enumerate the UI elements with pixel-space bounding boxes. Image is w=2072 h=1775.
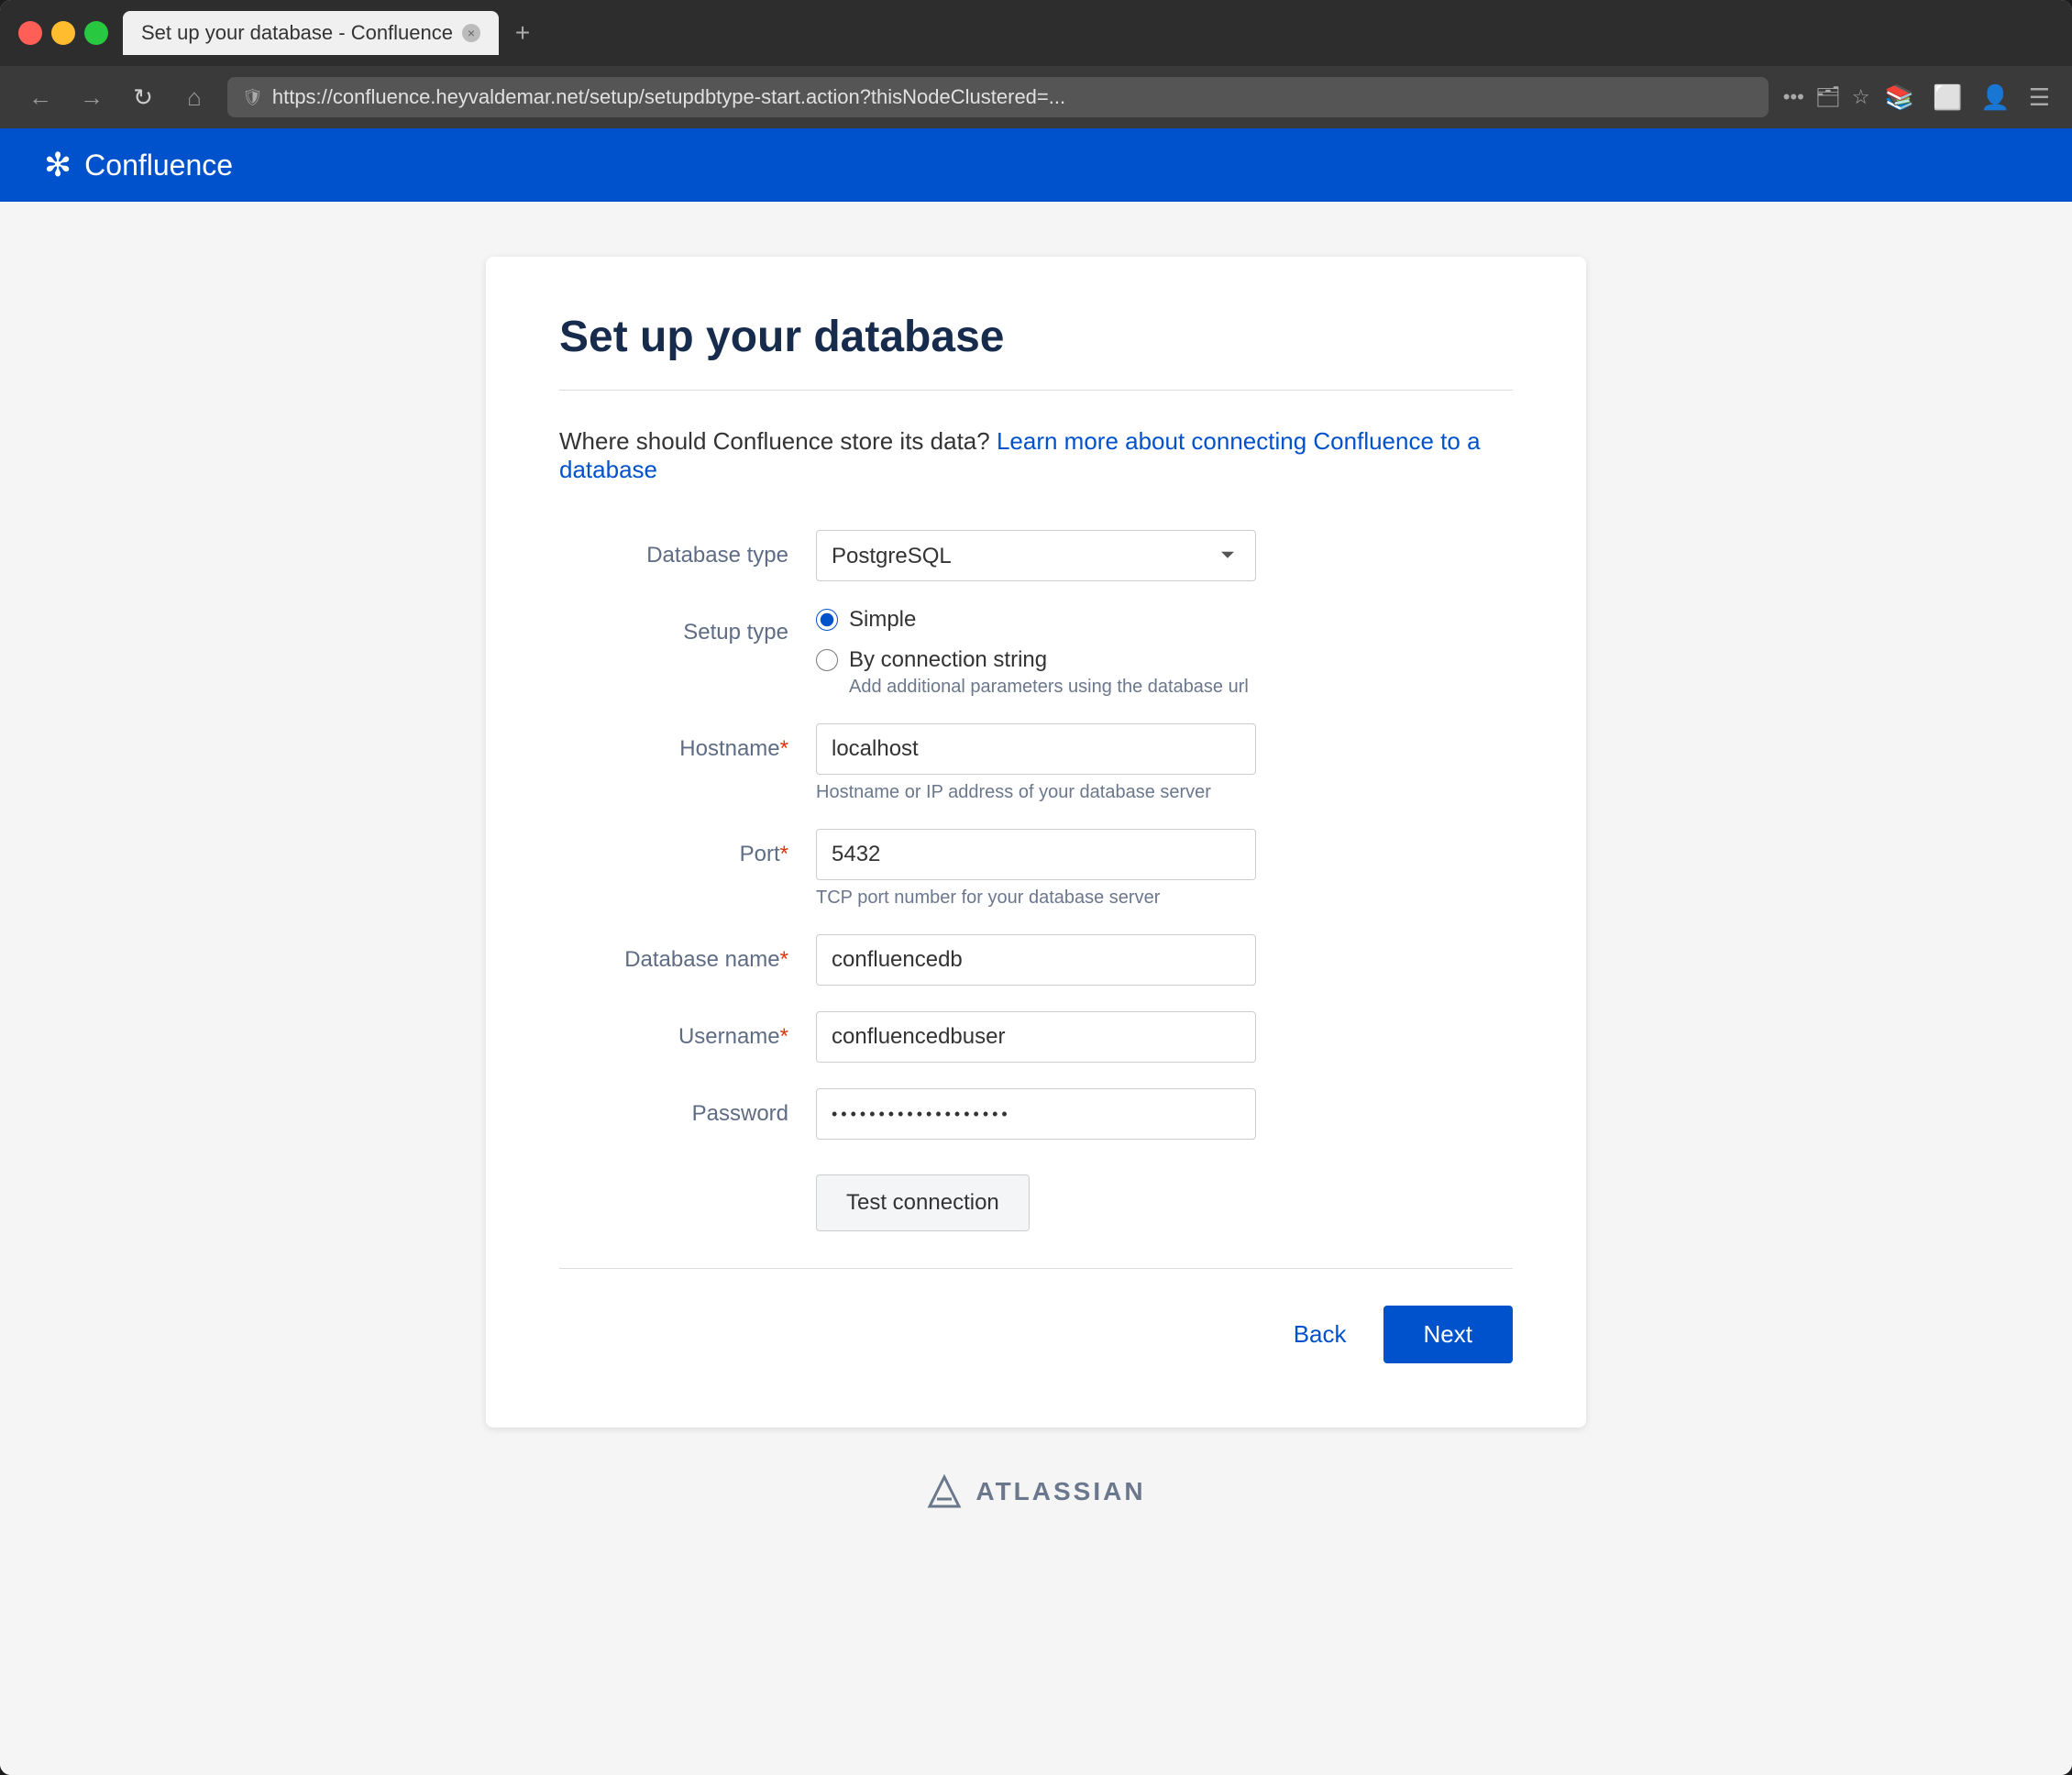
db-type-label: Database type [559,530,816,568]
db-name-row: Database name* [559,934,1513,986]
hostname-row: Hostname* Hostname or IP address of your… [559,723,1513,803]
simple-radio-input[interactable] [816,609,838,631]
footer: ATLASSIAN [926,1428,1145,1556]
url-actions: ••• 🗂 ☆ [1783,85,1870,109]
connection-string-hint: Add additional parameters using the data… [849,677,1513,698]
port-control: TCP port number for your database server [816,829,1513,909]
next-button[interactable]: Next [1383,1306,1513,1363]
atlassian-logo: ATLASSIAN [926,1473,1145,1510]
confluence-navbar: ✻ Confluence [0,128,2072,202]
more-options-icon[interactable]: ••• [1783,85,1804,109]
hostname-input[interactable] [816,723,1256,775]
port-label: Port* [559,829,816,867]
simple-radio-option[interactable]: Simple [816,607,1513,633]
refresh-button[interactable]: ↻ [125,79,161,116]
test-connection-spacer [559,1165,816,1178]
test-connection-control: Test connection [816,1165,1513,1231]
setup-type-control: Simple By connection string Add addition… [816,607,1513,698]
bottom-divider [559,1268,1513,1269]
username-required: * [780,1024,788,1049]
connection-string-radio-input[interactable] [816,649,838,671]
port-input[interactable] [816,829,1256,880]
back-button[interactable]: Back [1275,1307,1365,1362]
tab-bar: Set up your database - Confluence × + [123,11,2054,55]
password-control [816,1088,1513,1140]
db-type-select[interactable]: PostgreSQL MySQL Oracle SQL Server [816,530,1256,581]
db-name-required: * [780,947,788,972]
password-label: Password [559,1088,816,1127]
password-input[interactable] [816,1088,1256,1140]
setup-type-row: Setup type Simple By connection string [559,607,1513,698]
back-nav-button[interactable]: ← [22,79,59,116]
hostname-hint: Hostname or IP address of your database … [816,782,1513,803]
atlassian-text: ATLASSIAN [975,1477,1145,1506]
menu-icon[interactable]: ☰ [2029,83,2050,112]
forward-nav-button[interactable]: → [73,79,110,116]
hostname-control: Hostname or IP address of your database … [816,723,1513,803]
tab-title: Set up your database - Confluence [141,21,453,45]
browser-window: Set up your database - Confluence × + ← … [0,0,2072,1775]
title-bar: Set up your database - Confluence × + [0,0,2072,66]
test-connection-button[interactable]: Test connection [816,1174,1030,1231]
atlassian-triangle-icon [926,1473,963,1510]
port-hint: TCP port number for your database server [816,888,1513,909]
security-icon: 🛡 [242,88,263,107]
page-title: Set up your database [559,312,1513,362]
db-name-input[interactable] [816,934,1256,986]
db-type-row: Database type PostgreSQL MySQL Oracle SQ… [559,530,1513,581]
username-input[interactable] [816,1011,1256,1063]
connection-string-radio-option[interactable]: By connection string [816,647,1513,673]
minimize-button[interactable] [51,21,75,45]
page-content: Set up your database Where should Conflu… [0,202,2072,1775]
password-row: Password [559,1088,1513,1140]
title-divider [559,390,1513,391]
connection-string-radio-label: By connection string [849,647,1047,673]
sidebar-icon[interactable]: ⬜ [1933,83,1962,112]
account-icon[interactable]: 👤 [1980,83,2010,112]
setup-type-radio-group: Simple By connection string Add addition… [816,607,1513,698]
username-label: Username* [559,1011,816,1050]
db-name-label: Database name* [559,934,816,973]
pocket-icon[interactable]: 🗂 [1815,85,1841,109]
username-control [816,1011,1513,1063]
setup-type-label: Setup type [559,607,816,645]
new-tab-button[interactable]: + [506,17,539,50]
intro-text: Where should Confluence store its data? [559,427,990,455]
intro-paragraph: Where should Confluence store its data? … [559,427,1513,484]
active-tab[interactable]: Set up your database - Confluence × [123,11,499,55]
maximize-button[interactable] [84,21,108,45]
url-text: https://confluence.heyvaldemar.net/setup… [272,85,1754,109]
action-buttons: Back Next [559,1296,1513,1363]
port-required: * [780,842,788,866]
close-button[interactable] [18,21,42,45]
home-button[interactable]: ⌂ [176,79,213,116]
address-bar: ← → ↻ ⌂ 🛡 https://confluence.heyvaldemar… [0,66,2072,128]
setup-card: Set up your database Where should Conflu… [486,257,1586,1428]
hostname-label: Hostname* [559,723,816,762]
port-row: Port* TCP port number for your database … [559,829,1513,909]
confluence-icon: ✻ [44,146,72,184]
traffic-lights [18,21,108,45]
simple-radio-label: Simple [849,607,916,633]
hostname-required: * [780,736,788,761]
db-type-control: PostgreSQL MySQL Oracle SQL Server [816,530,1513,581]
tab-close-icon[interactable]: × [462,24,480,42]
confluence-logo-text: Confluence [84,149,233,182]
url-bar[interactable]: 🛡 https://confluence.heyvaldemar.net/set… [227,77,1769,117]
browser-actions: 📚 ⬜ 👤 ☰ [1885,83,2050,112]
test-connection-row: Test connection [559,1165,1513,1231]
bookmark-icon[interactable]: ☆ [1852,85,1870,109]
username-row: Username* [559,1011,1513,1063]
connection-string-option: By connection string Add additional para… [816,647,1513,698]
db-name-control [816,934,1513,986]
library-icon[interactable]: 📚 [1885,83,1914,112]
confluence-logo: ✻ Confluence [44,146,233,184]
